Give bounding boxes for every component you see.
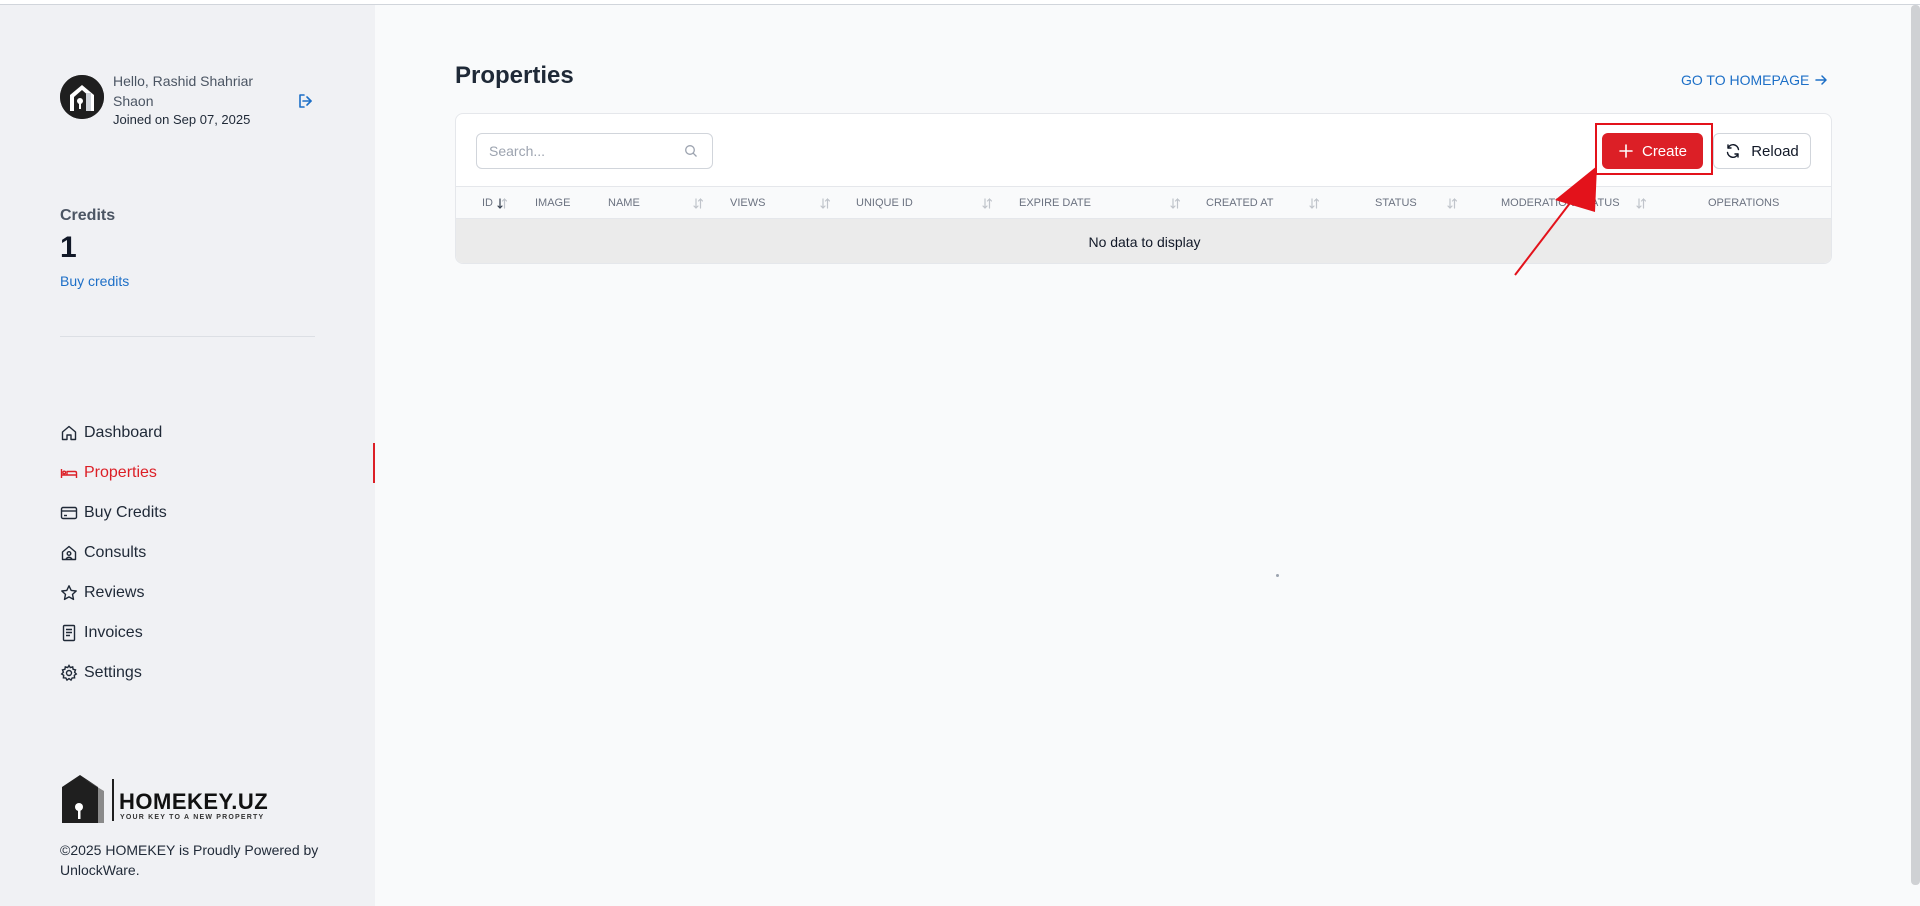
house-user-icon — [60, 544, 78, 562]
refresh-icon — [1727, 144, 1740, 158]
sidebar-item-consults[interactable]: Consults — [60, 533, 360, 573]
sidebar-item-label: Invoices — [84, 624, 143, 641]
column-header-status[interactable]: STATUS — [1375, 187, 1417, 220]
buy-credits-link[interactable]: Buy credits — [60, 273, 129, 289]
sort-icon[interactable] — [1636, 198, 1646, 209]
sidebar-item-label: Reviews — [84, 584, 145, 601]
avatar — [60, 75, 104, 119]
annotation-highlight-box — [1595, 123, 1713, 175]
star-icon — [60, 584, 78, 602]
sidebar-item-label: Properties — [84, 464, 157, 481]
home-icon — [60, 424, 78, 442]
sidebar-item-buy-credits[interactable]: Buy Credits — [60, 493, 360, 533]
table-header: ID IMAGE NAME VIEWS UNIQUE ID EXPIRE DAT… — [456, 186, 1831, 220]
logout-icon[interactable] — [296, 91, 316, 111]
sidebar-nav: Dashboard Properties Buy Credits Consult… — [60, 413, 360, 693]
sidebar-item-label: Dashboard — [84, 424, 163, 441]
column-header-operations: OPERATIONS — [1708, 197, 1780, 209]
sort-icon[interactable] — [1447, 198, 1457, 209]
user-joined-date: Joined on Sep 07, 2025 — [113, 112, 251, 127]
brand-name: HOMEKEY.UZ — [119, 789, 269, 814]
user-profile: Hello, Rashid Shahriar Shaon Joined on S… — [60, 69, 320, 129]
active-nav-marker — [373, 443, 375, 483]
loading-dot — [1276, 574, 1279, 577]
go-to-homepage-label: GO TO HOMEPAGE — [1681, 72, 1810, 88]
column-header-expire-date[interactable]: EXPIRE DATE — [1019, 187, 1091, 220]
arrow-right-icon — [1815, 75, 1828, 85]
search-input[interactable] — [489, 134, 679, 168]
column-header-name[interactable]: NAME — [608, 187, 640, 220]
column-header-views[interactable]: VIEWS — [730, 187, 765, 220]
credit-card-icon — [60, 504, 78, 522]
sort-desc-icon[interactable] — [497, 198, 507, 209]
column-header-moderation-status[interactable]: MODERATION STATUS — [1501, 187, 1620, 220]
sort-icon[interactable] — [982, 198, 992, 209]
sidebar-item-invoices[interactable]: Invoices — [60, 613, 360, 653]
search-box — [476, 133, 713, 169]
credits-label: Credits — [60, 207, 116, 224]
go-to-homepage-link[interactable]: GO TO HOMEPAGE — [1681, 72, 1829, 88]
house-key-logo-icon — [62, 775, 104, 823]
sidebar-item-properties[interactable]: Properties — [60, 453, 360, 493]
table-empty-row: No data to display — [456, 219, 1831, 263]
sidebar-item-label: Consults — [84, 544, 147, 561]
sidebar-divider — [60, 336, 315, 337]
receipt-icon — [60, 624, 78, 642]
sort-icon[interactable] — [820, 198, 830, 209]
sort-icon[interactable] — [1309, 198, 1319, 209]
column-header-id[interactable]: ID — [482, 187, 493, 220]
column-header-image: IMAGE — [535, 197, 571, 209]
sort-icon[interactable] — [1170, 198, 1180, 209]
sort-icon[interactable] — [693, 198, 703, 209]
bed-icon — [60, 464, 78, 482]
search-icon — [684, 144, 698, 158]
sidebar-item-dashboard[interactable]: Dashboard — [60, 413, 360, 453]
column-header-created-at[interactable]: CREATED AT — [1206, 187, 1273, 220]
page-scrollbar[interactable] — [1911, 5, 1920, 885]
sidebar-item-label: Buy Credits — [84, 504, 167, 521]
brand-logo: HOMEKEY.UZ YOUR KEY TO A NEW PROPERTY — [60, 773, 290, 825]
page-title: Properties — [455, 62, 574, 89]
reload-button[interactable]: Reload — [1713, 133, 1811, 169]
brand-tagline: YOUR KEY TO A NEW PROPERTY — [120, 814, 265, 821]
empty-state-text: No data to display — [1088, 234, 1201, 250]
sidebar: Hello, Rashid Shahriar Shaon Joined on S… — [0, 5, 375, 906]
credits-value: 1 — [60, 231, 77, 264]
gear-icon — [60, 664, 78, 682]
column-header-unique-id[interactable]: UNIQUE ID — [856, 187, 913, 220]
reload-button-label: Reload — [1751, 142, 1799, 160]
sidebar-item-reviews[interactable]: Reviews — [60, 573, 360, 613]
user-greeting: Hello, Rashid Shahriar Shaon — [113, 73, 254, 109]
house-key-logo-icon — [60, 75, 104, 119]
sidebar-item-label: Settings — [84, 664, 142, 681]
copyright-text: ©2025 HOMEKEY is Proudly Powered by Unlo… — [60, 842, 319, 878]
browser-top-edge — [0, 0, 1920, 5]
sidebar-item-settings[interactable]: Settings — [60, 653, 360, 693]
logo-separator — [112, 779, 114, 821]
